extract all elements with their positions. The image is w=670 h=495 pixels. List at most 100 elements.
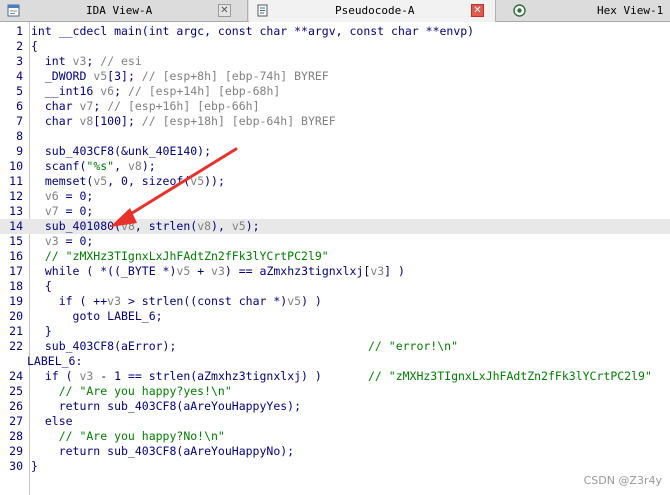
code-line[interactable]: 4 _DWORD v5[3]; // [esp+8h] [ebp-74h] BY… — [0, 69, 670, 84]
code-text: memset(v5, 0, sizeof(v5)); — [31, 174, 225, 188]
line-number: 13 — [9, 204, 23, 218]
code-line[interactable]: 27 else — [0, 414, 670, 429]
code-text: if ( v3 - 1 == strlen(aZmxhz3tignxlxj) ) — [31, 369, 322, 383]
code-text: return sub_403CF8(aAreYouHappyNo); — [31, 444, 295, 458]
tab-hex-view-1[interactable]: Hex View-1 — [497, 0, 670, 22]
code-text: return sub_403CF8(aAreYouHappyYes); — [31, 399, 302, 413]
line-number: 19 — [9, 294, 23, 308]
code-line[interactable]: 22 sub_403CF8(aError); // "error!\n" — [0, 339, 670, 354]
tab-label: Pseudocode-A — [335, 4, 415, 17]
line-number: 4 — [16, 69, 23, 83]
code-text: v3 = 0; — [44, 234, 94, 248]
code-line[interactable]: 28 // "Are you happy?No!\n" — [0, 429, 670, 444]
code-line[interactable]: 14 sub_401080(v8, strlen(v8), v5); — [0, 219, 670, 234]
tab-bar: IDA View-A ✕ Pseudocode-A ✕ Hex View-1 — [0, 0, 670, 22]
code-line[interactable]: 18 { — [0, 279, 670, 294]
code-line[interactable]: 26 return sub_403CF8(aAreYouHappyYes); — [0, 399, 670, 414]
code-line[interactable]: 7 char v8[100]; // [esp+18h] [ebp-64h] B… — [0, 114, 670, 129]
code-text: goto LABEL_6; — [31, 309, 163, 323]
code-text: LABEL_6: — [27, 354, 83, 368]
code-line[interactable]: 20 goto LABEL_6; — [0, 309, 670, 324]
line-number: 28 — [9, 429, 23, 443]
code-line[interactable]: 30} — [0, 459, 670, 474]
watermark: CSDN @Z3r4y — [583, 474, 662, 487]
code-text: v6 = 0; — [44, 189, 94, 203]
code-line[interactable]: 16 // "zMXHz3TIgnxLxJhFAdtZn2fFk3lYCrtPC… — [0, 249, 670, 264]
line-number: 21 — [9, 324, 23, 338]
code-line[interactable]: 25 // "Are you happy?yes!\n" — [0, 384, 670, 399]
line-number: 7 — [16, 114, 23, 128]
line-number: 14 — [9, 219, 23, 233]
code-text: sub_401080(v8, strlen(v8), v5); — [31, 219, 260, 233]
code-line[interactable]: 10 scanf("%s", v8); — [0, 159, 670, 174]
code-line[interactable]: 15 v3 = 0; — [0, 234, 670, 249]
line-number: 1 — [16, 24, 23, 38]
code-line[interactable]: 8 — [0, 129, 670, 144]
line-number: 15 — [9, 234, 23, 248]
code-line[interactable]: 19 if ( ++v3 > strlen((const char *)v5) … — [0, 294, 670, 309]
close-icon[interactable]: ✕ — [471, 4, 484, 17]
line-number: 18 — [9, 279, 23, 293]
line-number: 30 — [9, 459, 23, 473]
code-text: v7 = 0; — [44, 204, 94, 218]
code-text: } — [31, 459, 38, 473]
code-text: } — [31, 324, 52, 338]
line-number: 27 — [9, 414, 23, 428]
code-text: int v3; // esi — [31, 54, 142, 68]
tab-label: Hex View-1 — [597, 4, 664, 17]
code-text: int __cdecl main(int argc, const char **… — [31, 24, 475, 38]
line-number: 26 — [9, 399, 23, 413]
code-line[interactable]: 3 int v3; // esi — [0, 54, 670, 69]
line-number: 12 — [9, 189, 23, 203]
code-line[interactable]: 21 } — [0, 324, 670, 339]
code-text: // "Are you happy?yes!\n" — [31, 384, 232, 398]
line-number: 3 — [16, 54, 23, 68]
code-text: else — [31, 414, 73, 428]
tab-ida-view-a[interactable]: IDA View-A ✕ — [0, 0, 248, 22]
code-text: _DWORD v5[3]; // [esp+8h] [ebp-74h] BYRE… — [31, 69, 329, 83]
code-text: if ( ++v3 > strlen((const char *)v5) ) — [31, 294, 322, 308]
line-number: 2 — [16, 39, 23, 53]
code-line[interactable]: 29 return sub_403CF8(aAreYouHappyNo); — [0, 444, 670, 459]
line-number: 22 — [9, 339, 23, 353]
line-number: 25 — [9, 384, 23, 398]
code-text: // "zMXHz3TIgnxLxJhFAdtZn2fFk3lYCrtPC2l9… — [31, 249, 329, 263]
document-icon — [256, 4, 269, 17]
line-number: 17 — [9, 264, 23, 278]
pseudocode-view[interactable]: 1 int __cdecl main(int argc, const char *… — [0, 22, 670, 495]
code-line[interactable]: 6 char v7; // [esp+16h] [ebp-66h] — [0, 99, 670, 114]
code-text: scanf("%s", v8); — [31, 159, 156, 173]
window-icon — [7, 4, 20, 17]
line-number: 10 — [9, 159, 23, 173]
code-text: { — [31, 39, 38, 53]
code-line[interactable]: 5 __int16 v6; // [esp+14h] [ebp-68h] — [0, 84, 670, 99]
close-icon[interactable]: ✕ — [218, 4, 231, 17]
code-comment: // "error!\n" — [368, 339, 459, 353]
code-text: sub_403CF8(aError); — [31, 339, 177, 353]
tab-pseudocode-a[interactable]: Pseudocode-A ✕ — [249, 0, 496, 22]
line-number: 24 — [9, 369, 23, 383]
code-line[interactable]: 13 v7 = 0; — [0, 204, 670, 219]
code-text: __int16 v6; // [esp+14h] [ebp-68h] — [31, 84, 281, 98]
code-line[interactable]: 24 if ( v3 - 1 == strlen(aZmxhz3tignxlxj… — [0, 369, 670, 384]
line-number: 9 — [16, 144, 23, 158]
code-text: // "Are you happy?No!\n" — [31, 429, 225, 443]
hex-icon — [513, 4, 526, 17]
line-number: 11 — [9, 174, 23, 188]
line-number: 29 — [9, 444, 23, 458]
code-line[interactable]: 9 sub_403CF8(&unk_40E140); — [0, 144, 670, 159]
code-text: { — [31, 279, 52, 293]
code-line[interactable]: LABEL_6: — [0, 354, 670, 369]
code-line[interactable]: 12 v6 = 0; — [0, 189, 670, 204]
line-number: 16 — [9, 249, 23, 263]
code-comment: // "zMXHz3TIgnxLxJhFAdtZn2fFk3lYCrtPC2l9… — [368, 369, 652, 383]
code-text: while ( *((_BYTE *)v5 + v3) == aZmxhz3ti… — [31, 264, 405, 278]
line-number: 5 — [16, 84, 23, 98]
line-number: 6 — [16, 99, 23, 113]
code-line[interactable]: 17 while ( *((_BYTE *)v5 + v3) == aZmxhz… — [0, 264, 670, 279]
tab-label: IDA View-A — [86, 4, 153, 17]
code-text: sub_403CF8(&unk_40E140); — [31, 144, 212, 158]
code-line[interactable]: 1 int __cdecl main(int argc, const char *… — [0, 24, 670, 39]
code-line[interactable]: 11 memset(v5, 0, sizeof(v5)); — [0, 174, 670, 189]
code-line[interactable]: 2{ — [0, 39, 670, 54]
